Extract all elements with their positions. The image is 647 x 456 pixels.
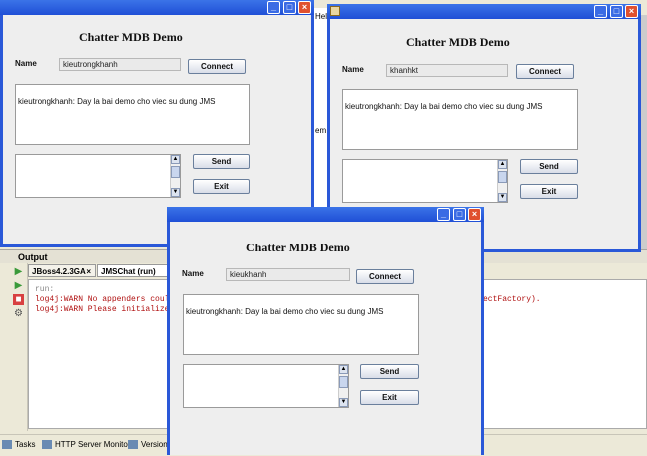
- scroll-thumb[interactable]: [171, 166, 180, 178]
- tab-jboss-label: JBoss4.2.3GA: [32, 267, 86, 276]
- tab-jboss[interactable]: JBoss4.2.3GA ×: [28, 264, 96, 277]
- message-area[interactable]: kieutrongkhanh: Day la bai demo cho viec…: [183, 294, 419, 355]
- close-icon[interactable]: ×: [625, 5, 638, 18]
- name-label: Name: [15, 59, 37, 68]
- output-toolbar: ▶ ▶ ■ ⚙: [11, 263, 28, 431]
- scroll-thumb[interactable]: [498, 171, 507, 183]
- scroll-thumb[interactable]: [339, 376, 348, 388]
- chat-input[interactable]: ▲ ▼: [183, 364, 349, 408]
- scroll-up-icon[interactable]: ▲: [339, 365, 348, 374]
- ide-right-scroll[interactable]: [640, 15, 647, 255]
- name-field[interactable]: kieutrongkhanh: [59, 58, 181, 71]
- close-icon[interactable]: ×: [298, 1, 311, 14]
- status-tab-http-monitor[interactable]: HTTP Server Monitor: [42, 438, 130, 452]
- versioning-icon: [128, 440, 138, 450]
- window-titlebar[interactable]: _ □ ×: [0, 0, 314, 15]
- scroll-up-icon[interactable]: ▲: [498, 160, 507, 169]
- chat-input[interactable]: ▲ ▼: [342, 159, 508, 203]
- connect-button[interactable]: Connect: [356, 269, 414, 284]
- input-scrollbar[interactable]: ▲ ▼: [497, 160, 507, 202]
- window-title: Chatter MDB Demo: [246, 240, 350, 254]
- tab-jmschat-label: JMSChat (run): [101, 267, 156, 276]
- scroll-down-icon[interactable]: ▼: [498, 193, 507, 202]
- console-line-tail: ectFactory).: [483, 295, 541, 304]
- rerun-icon[interactable]: ▶: [13, 266, 24, 277]
- stop-icon[interactable]: ■: [13, 294, 24, 305]
- server-icon: [42, 440, 52, 450]
- window-titlebar[interactable]: _ □ ×: [167, 207, 484, 222]
- java-app-icon[interactable]: [330, 6, 340, 16]
- window-title: Chatter MDB Demo: [79, 30, 183, 44]
- close-icon[interactable]: ×: [468, 208, 481, 221]
- status-tab-label: Tasks: [15, 440, 36, 449]
- status-tab-tasks[interactable]: Tasks: [2, 438, 35, 452]
- name-label: Name: [182, 269, 204, 278]
- window-title: Chatter MDB Demo: [406, 35, 510, 49]
- name-field[interactable]: khanhkt: [386, 64, 508, 77]
- message-area[interactable]: kieutrongkhanh: Day la bai demo cho viec…: [15, 84, 250, 145]
- chat-input[interactable]: ▲ ▼: [15, 154, 181, 198]
- maximize-icon[interactable]: □: [610, 5, 623, 18]
- message-area[interactable]: kieutrongkhanh: Day la bai demo cho viec…: [342, 89, 578, 150]
- chat-window-3: _ □ × Chatter MDB Demo Name kieukhanh Co…: [167, 207, 484, 455]
- maximize-icon[interactable]: □: [283, 1, 296, 14]
- send-button[interactable]: Send: [193, 154, 250, 169]
- minimize-icon[interactable]: _: [267, 1, 280, 14]
- send-button[interactable]: Send: [520, 159, 578, 174]
- ide-editor-text: em: [315, 126, 327, 135]
- rerun-with-params-icon[interactable]: ▶: [13, 280, 24, 291]
- tasks-icon: [2, 440, 12, 450]
- scroll-up-icon[interactable]: ▲: [171, 155, 180, 164]
- window-titlebar[interactable]: _ □ ×: [327, 4, 641, 19]
- input-scrollbar[interactable]: ▲ ▼: [170, 155, 180, 197]
- status-tab-label: HTTP Server Monitor: [55, 440, 131, 449]
- tab-close-icon[interactable]: ×: [86, 265, 91, 278]
- connect-button[interactable]: Connect: [516, 64, 574, 79]
- exit-button[interactable]: Exit: [520, 184, 578, 199]
- exit-button[interactable]: Exit: [360, 390, 419, 405]
- name-label: Name: [342, 65, 364, 74]
- scroll-down-icon[interactable]: ▼: [171, 188, 180, 197]
- minimize-icon[interactable]: _: [594, 5, 607, 18]
- input-scrollbar[interactable]: ▲ ▼: [338, 365, 348, 407]
- connect-button[interactable]: Connect: [188, 59, 246, 74]
- exit-button[interactable]: Exit: [193, 179, 250, 194]
- maximize-icon[interactable]: □: [453, 208, 466, 221]
- name-field[interactable]: kieukhanh: [226, 268, 350, 281]
- scroll-down-icon[interactable]: ▼: [339, 398, 348, 407]
- minimize-icon[interactable]: _: [437, 208, 450, 221]
- settings-icon[interactable]: ⚙: [13, 308, 24, 319]
- send-button[interactable]: Send: [360, 364, 419, 379]
